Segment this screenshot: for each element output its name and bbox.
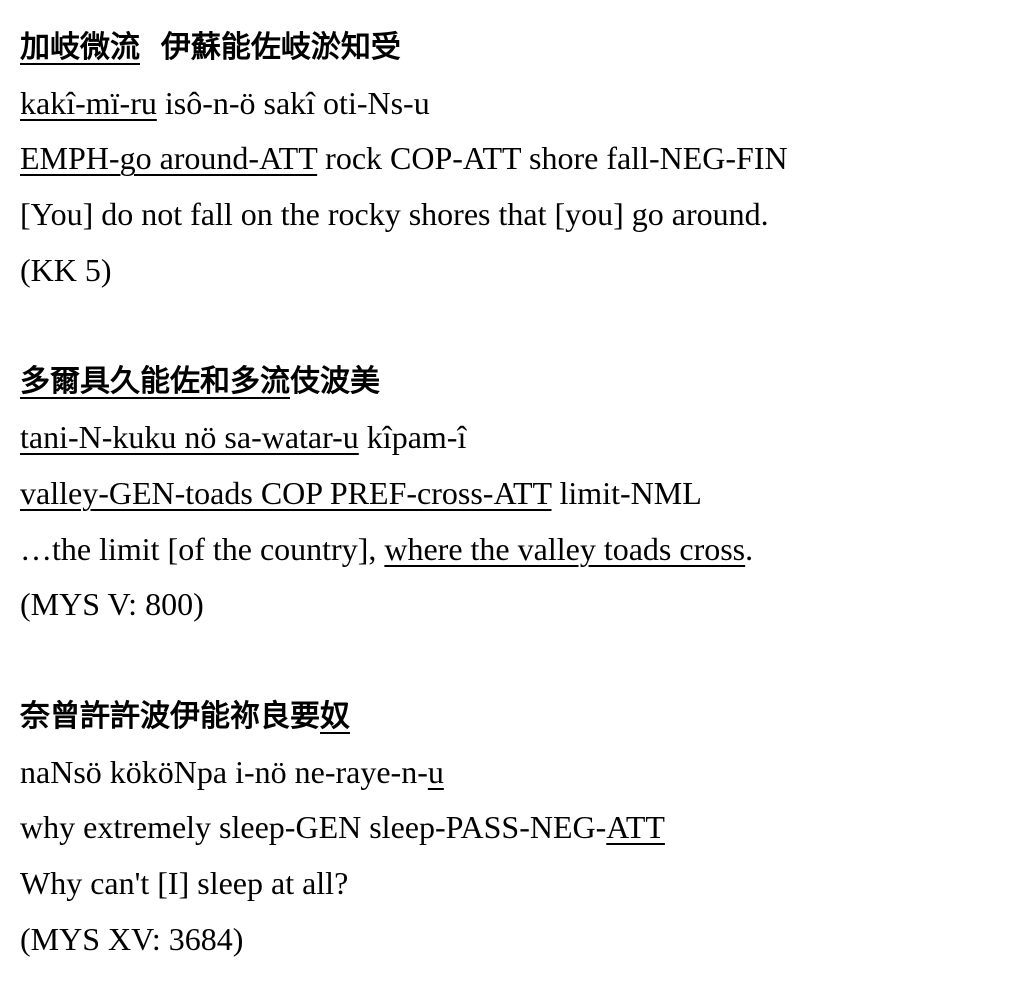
- text-segment: why extremely sleep-GEN sleep-PASS-NEG-: [20, 809, 607, 846]
- gloss-line: valley-GEN-toads COP PREF-cross-ATT limi…: [20, 466, 995, 522]
- text-segment: rock COP-ATT shore fall-NEG-FIN: [317, 140, 788, 177]
- underlined-segment: where the valley toads cross: [384, 530, 746, 567]
- underlined-segment: ATT: [606, 809, 665, 846]
- text-segment: .: [745, 530, 754, 567]
- underlined-segment: 奴: [320, 698, 350, 734]
- gloss-line: EMPH-go around-ATT rock COP-ATT shore fa…: [20, 131, 995, 187]
- source-citation: (MYS XV: 3684): [20, 920, 244, 957]
- underlined-segment: kakî-mï-ru: [20, 84, 157, 121]
- text-segment: kîpam-î: [358, 419, 467, 456]
- underlined-segment: EMPH-go around-ATT: [20, 140, 318, 177]
- transliteration-line: tani-N-kuku nö sa-watar-u kîpam-î: [20, 410, 995, 466]
- translation-line: [You] do not fall on the rocky shores th…: [20, 187, 995, 243]
- example-2: 多爾具久能佐和多流伎波美 tani-N-kuku nö sa-watar-u k…: [20, 354, 995, 632]
- underlined-segment: u: [427, 753, 444, 790]
- transliteration-line: naNsö kököNpa i-nö ne-raye-n-u: [20, 745, 995, 801]
- transliteration-line: kakî-mï-ru isô-n-ö sakî oti-Ns-u: [20, 76, 995, 132]
- underlined-segment: valley-GEN-toads COP PREF-cross-ATT: [20, 474, 552, 511]
- text-segment: naNsö kököNpa i-nö ne-raye-n-: [20, 753, 428, 790]
- text-segment: 奈曾許許波伊能祢良要: [20, 698, 320, 734]
- text-segment: limit-NML: [551, 474, 702, 511]
- underlined-segment: tani-N-kuku nö sa-watar-u: [20, 419, 359, 456]
- text-segment: [You] do not fall on the rocky shores th…: [20, 196, 769, 233]
- text-segment: Why can't [I] sleep at all?: [20, 864, 349, 901]
- text-segment: isô-n-ö sakî oti-Ns-u: [156, 84, 430, 121]
- text-segment: 伎波美: [290, 364, 380, 400]
- document: 加岐微流 伊蘇能佐岐淤知受 kakî-mï-ru isô-n-ö sakî ot…: [20, 20, 995, 967]
- source-citation: (KK 5): [20, 251, 112, 288]
- text-segment: 伊蘇能佐岐淤知受: [140, 30, 401, 65]
- example-3: 奈曾許許波伊能祢良要奴 naNsö kököNpa i-nö ne-raye-n…: [20, 689, 995, 967]
- underlined-segment: 多爾具久能佐和多流: [20, 364, 290, 400]
- source-citation: (MYS V: 800): [20, 586, 204, 623]
- example-1: 加岐微流 伊蘇能佐岐淤知受 kakî-mï-ru isô-n-ö sakî ot…: [20, 20, 995, 298]
- original-script-line: 多爾具久能佐和多流伎波美: [20, 354, 995, 410]
- translation-line: Why can't [I] sleep at all?: [20, 856, 995, 912]
- text-segment: …the limit [of the country],: [20, 530, 385, 567]
- gloss-line: why extremely sleep-GEN sleep-PASS-NEG-A…: [20, 800, 995, 856]
- original-script-line: 加岐微流 伊蘇能佐岐淤知受: [20, 20, 995, 76]
- original-script-line: 奈曾許許波伊能祢良要奴: [20, 689, 995, 745]
- translation-line: …the limit [of the country], where the v…: [20, 522, 995, 578]
- underlined-segment: 加岐微流: [20, 30, 140, 65]
